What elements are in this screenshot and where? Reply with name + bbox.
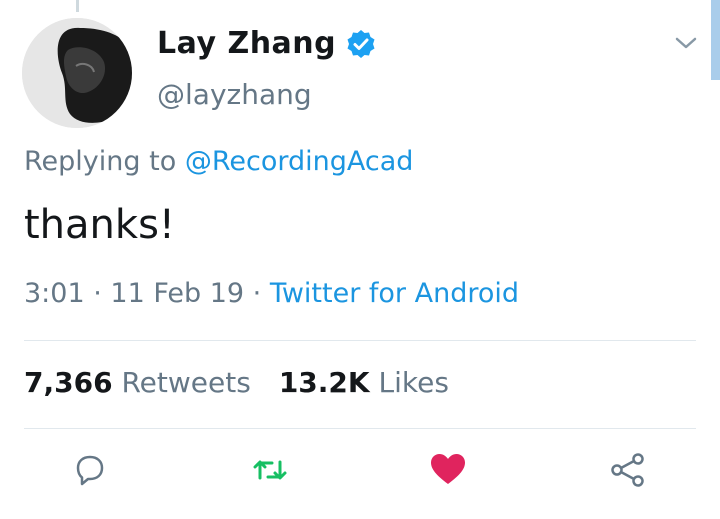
tweet-stats: 7,366 Retweets 13.2K Likes (24, 366, 449, 399)
tweet-detail: Lay Zhang @layzhang Replying to @Recordi… (0, 0, 720, 519)
likes-label: Likes (378, 366, 449, 399)
reply-icon (70, 450, 110, 494)
tweet-meta: 3:01 · 11 Feb 19 · Twitter for Android (24, 278, 519, 309)
divider (24, 340, 696, 341)
author-name-row: Lay Zhang (157, 26, 376, 61)
likes-stat[interactable]: 13.2K Likes (279, 366, 449, 399)
meta-separator: · (244, 278, 270, 309)
retweets-count: 7,366 (24, 366, 113, 399)
chevron-down-icon[interactable] (672, 32, 700, 54)
tweet-date: 11 Feb 19 (110, 278, 245, 309)
retweets-label: Retweets (121, 366, 251, 399)
replying-to: Replying to @RecordingAcad (24, 146, 413, 177)
replying-to-label: Replying to (24, 146, 177, 177)
tweet-source-link[interactable]: Twitter for Android (270, 278, 519, 309)
likes-count: 13.2K (278, 366, 370, 399)
like-button[interactable] (426, 450, 470, 494)
retweets-stat[interactable]: 7,366 Retweets (24, 366, 251, 399)
tweet-text: thanks! (24, 202, 175, 248)
verified-badge-icon (346, 29, 376, 59)
avatar[interactable] (22, 18, 132, 128)
meta-separator: · (84, 278, 111, 309)
replying-to-mention-link[interactable]: @RecordingAcad (185, 146, 414, 177)
heart-icon (428, 450, 468, 494)
tweet-time: 3:01 (24, 278, 85, 309)
retweet-button[interactable] (248, 450, 292, 494)
retweet-icon (250, 450, 290, 494)
share-icon (608, 450, 648, 494)
display-name[interactable]: Lay Zhang (157, 26, 336, 61)
divider (24, 428, 696, 429)
user-handle[interactable]: @layzhang (157, 78, 312, 111)
action-bar (0, 450, 720, 506)
share-button[interactable] (606, 450, 650, 494)
reply-button[interactable] (68, 450, 112, 494)
thread-connector-line (76, 0, 79, 12)
scrollbar[interactable] (711, 0, 720, 80)
